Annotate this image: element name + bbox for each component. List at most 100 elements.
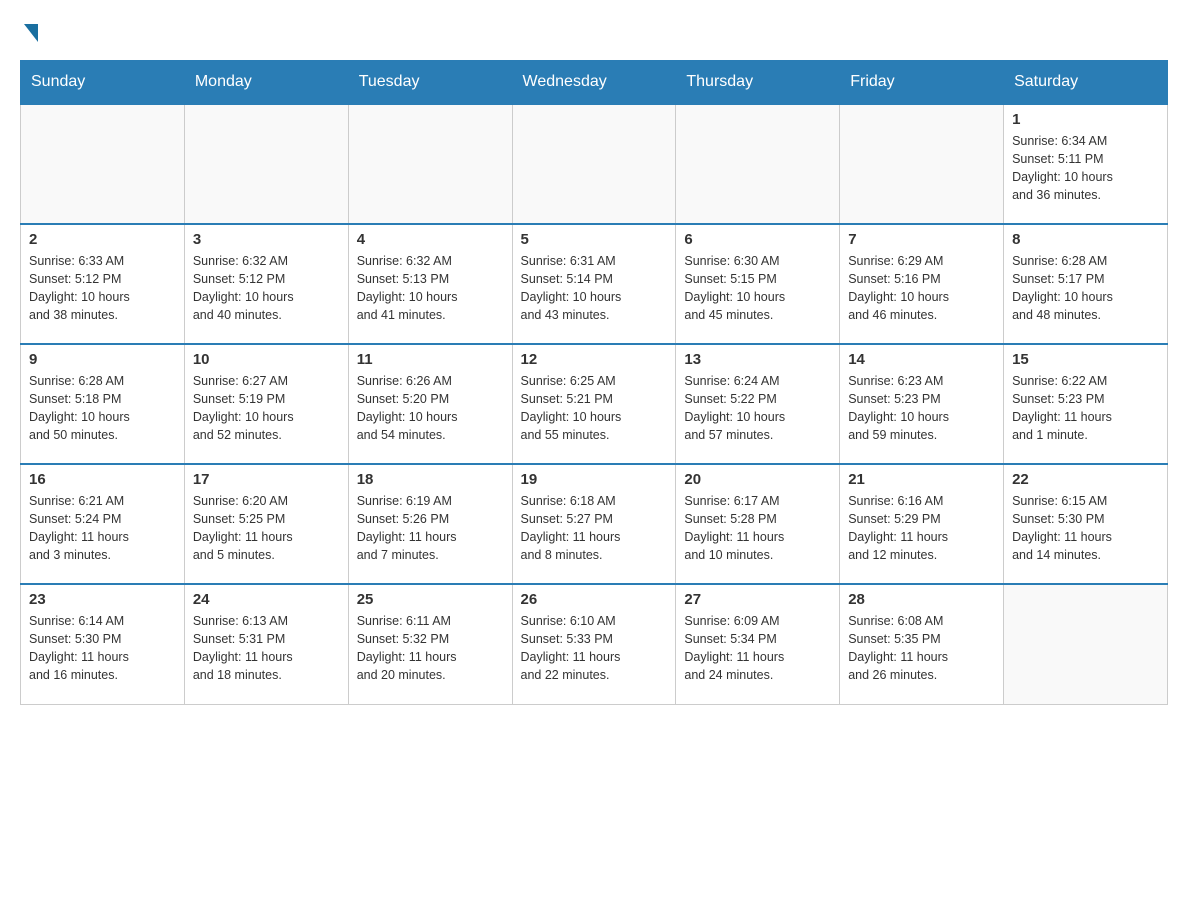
- day-number: 23: [29, 591, 176, 608]
- day-number: 2: [29, 231, 176, 248]
- day-header-monday: Monday: [184, 61, 348, 105]
- day-info: Sunrise: 6:32 AM Sunset: 5:13 PM Dayligh…: [357, 252, 504, 325]
- calendar-cell: [348, 104, 512, 224]
- day-info: Sunrise: 6:28 AM Sunset: 5:17 PM Dayligh…: [1012, 252, 1159, 325]
- day-header-saturday: Saturday: [1004, 61, 1168, 105]
- day-info: Sunrise: 6:28 AM Sunset: 5:18 PM Dayligh…: [29, 372, 176, 445]
- day-number: 27: [684, 591, 831, 608]
- calendar-cell: 25 Sunrise: 6:11 AM Sunset: 5:32 PM Dayli…: [348, 584, 512, 704]
- calendar-cell: 2 Sunrise: 6:33 AM Sunset: 5:12 PM Daylig…: [21, 224, 185, 344]
- logo-arrow-icon: [24, 24, 38, 42]
- day-number: 26: [521, 591, 668, 608]
- day-number: 24: [193, 591, 340, 608]
- day-info: Sunrise: 6:24 AM Sunset: 5:22 PM Dayligh…: [684, 372, 831, 445]
- day-number: 9: [29, 351, 176, 368]
- day-info: Sunrise: 6:27 AM Sunset: 5:19 PM Dayligh…: [193, 372, 340, 445]
- day-number: 13: [684, 351, 831, 368]
- day-number: 6: [684, 231, 831, 248]
- day-number: 11: [357, 351, 504, 368]
- calendar-cell: 23 Sunrise: 6:14 AM Sunset: 5:30 PM Dayli…: [21, 584, 185, 704]
- day-info: Sunrise: 6:18 AM Sunset: 5:27 PM Dayligh…: [521, 492, 668, 565]
- calendar-cell: 15 Sunrise: 6:22 AM Sunset: 5:23 PM Dayli…: [1004, 344, 1168, 464]
- page-header: [20, 20, 1168, 40]
- day-number: 7: [848, 231, 995, 248]
- calendar-body: 1 Sunrise: 6:34 AM Sunset: 5:11 PM Daylig…: [21, 104, 1168, 704]
- day-number: 12: [521, 351, 668, 368]
- day-header-friday: Friday: [840, 61, 1004, 105]
- day-info: Sunrise: 6:10 AM Sunset: 5:33 PM Dayligh…: [521, 612, 668, 685]
- calendar-cell: 3 Sunrise: 6:32 AM Sunset: 5:12 PM Daylig…: [184, 224, 348, 344]
- day-info: Sunrise: 6:08 AM Sunset: 5:35 PM Dayligh…: [848, 612, 995, 685]
- calendar-cell: 10Sunrise: 6:27 AM Sunset: 5:19 PM Dayli…: [184, 344, 348, 464]
- day-info: Sunrise: 6:30 AM Sunset: 5:15 PM Dayligh…: [684, 252, 831, 325]
- day-info: Sunrise: 6:31 AM Sunset: 5:14 PM Dayligh…: [521, 252, 668, 325]
- day-number: 1: [1012, 111, 1159, 128]
- day-info: Sunrise: 6:16 AM Sunset: 5:29 PM Dayligh…: [848, 492, 995, 565]
- calendar-cell: 16 Sunrise: 6:21 AM Sunset: 5:24 PM Dayli…: [21, 464, 185, 584]
- day-info: Sunrise: 6:15 AM Sunset: 5:30 PM Dayligh…: [1012, 492, 1159, 565]
- day-header-thursday: Thursday: [676, 61, 840, 105]
- calendar-cell: 20 Sunrise: 6:17 AM Sunset: 5:28 PM Dayli…: [676, 464, 840, 584]
- calendar-header: SundayMondayTuesdayWednesdayThursdayFrid…: [21, 61, 1168, 105]
- calendar-cell: [512, 104, 676, 224]
- day-number: 8: [1012, 231, 1159, 248]
- calendar-week-3: 9 Sunrise: 6:28 AM Sunset: 5:18 PM Daylig…: [21, 344, 1168, 464]
- calendar-cell: 21 Sunrise: 6:16 AM Sunset: 5:29 PM Dayli…: [840, 464, 1004, 584]
- day-number: 5: [521, 231, 668, 248]
- calendar-cell: 5 Sunrise: 6:31 AM Sunset: 5:14 PM Daylig…: [512, 224, 676, 344]
- day-number: 17: [193, 471, 340, 488]
- day-number: 18: [357, 471, 504, 488]
- day-info: Sunrise: 6:14 AM Sunset: 5:30 PM Dayligh…: [29, 612, 176, 685]
- day-number: 16: [29, 471, 176, 488]
- calendar-cell: 14Sunrise: 6:23 AM Sunset: 5:23 PM Dayli…: [840, 344, 1004, 464]
- day-info: Sunrise: 6:22 AM Sunset: 5:23 PM Dayligh…: [1012, 372, 1159, 445]
- day-number: 15: [1012, 351, 1159, 368]
- calendar-cell: 13 Sunrise: 6:24 AM Sunset: 5:22 PM Dayli…: [676, 344, 840, 464]
- day-info: Sunrise: 6:25 AM Sunset: 5:21 PM Dayligh…: [521, 372, 668, 445]
- day-info: Sunrise: 6:32 AM Sunset: 5:12 PM Dayligh…: [193, 252, 340, 325]
- day-info: Sunrise: 6:34 AM Sunset: 5:11 PM Dayligh…: [1012, 132, 1159, 205]
- calendar-week-1: 1 Sunrise: 6:34 AM Sunset: 5:11 PM Daylig…: [21, 104, 1168, 224]
- calendar-cell: 17 Sunrise: 6:20 AM Sunset: 5:25 PM Dayli…: [184, 464, 348, 584]
- day-info: Sunrise: 6:21 AM Sunset: 5:24 PM Dayligh…: [29, 492, 176, 565]
- calendar-cell: 22Sunrise: 6:15 AM Sunset: 5:30 PM Dayli…: [1004, 464, 1168, 584]
- day-info: Sunrise: 6:09 AM Sunset: 5:34 PM Dayligh…: [684, 612, 831, 685]
- calendar-cell: 7 Sunrise: 6:29 AM Sunset: 5:16 PM Daylig…: [840, 224, 1004, 344]
- day-info: Sunrise: 6:17 AM Sunset: 5:28 PM Dayligh…: [684, 492, 831, 565]
- calendar-table: SundayMondayTuesdayWednesdayThursdayFrid…: [20, 60, 1168, 705]
- calendar-cell: 1 Sunrise: 6:34 AM Sunset: 5:11 PM Daylig…: [1004, 104, 1168, 224]
- calendar-cell: [1004, 584, 1168, 704]
- calendar-cell: [676, 104, 840, 224]
- day-header-wednesday: Wednesday: [512, 61, 676, 105]
- calendar-cell: 24 Sunrise: 6:13 AM Sunset: 5:31 PM Dayli…: [184, 584, 348, 704]
- day-info: Sunrise: 6:26 AM Sunset: 5:20 PM Dayligh…: [357, 372, 504, 445]
- calendar-cell: 12 Sunrise: 6:25 AM Sunset: 5:21 PM Dayli…: [512, 344, 676, 464]
- calendar-week-5: 23 Sunrise: 6:14 AM Sunset: 5:30 PM Dayli…: [21, 584, 1168, 704]
- day-number: 3: [193, 231, 340, 248]
- day-header-tuesday: Tuesday: [348, 61, 512, 105]
- day-header-sunday: Sunday: [21, 61, 185, 105]
- days-of-week-row: SundayMondayTuesdayWednesdayThursdayFrid…: [21, 61, 1168, 105]
- day-info: Sunrise: 6:11 AM Sunset: 5:32 PM Dayligh…: [357, 612, 504, 685]
- calendar-week-4: 16 Sunrise: 6:21 AM Sunset: 5:24 PM Dayli…: [21, 464, 1168, 584]
- day-info: Sunrise: 6:20 AM Sunset: 5:25 PM Dayligh…: [193, 492, 340, 565]
- day-number: 4: [357, 231, 504, 248]
- calendar-cell: 19 Sunrise: 6:18 AM Sunset: 5:27 PM Dayli…: [512, 464, 676, 584]
- calendar-cell: 28 Sunrise: 6:08 AM Sunset: 5:35 PM Dayli…: [840, 584, 1004, 704]
- logo: [20, 20, 38, 40]
- calendar-cell: 9 Sunrise: 6:28 AM Sunset: 5:18 PM Daylig…: [21, 344, 185, 464]
- day-number: 28: [848, 591, 995, 608]
- calendar-cell: 6 Sunrise: 6:30 AM Sunset: 5:15 PM Daylig…: [676, 224, 840, 344]
- calendar-week-2: 2 Sunrise: 6:33 AM Sunset: 5:12 PM Daylig…: [21, 224, 1168, 344]
- calendar-cell: [184, 104, 348, 224]
- day-info: Sunrise: 6:19 AM Sunset: 5:26 PM Dayligh…: [357, 492, 504, 565]
- day-number: 21: [848, 471, 995, 488]
- day-number: 25: [357, 591, 504, 608]
- day-info: Sunrise: 6:13 AM Sunset: 5:31 PM Dayligh…: [193, 612, 340, 685]
- day-info: Sunrise: 6:33 AM Sunset: 5:12 PM Dayligh…: [29, 252, 176, 325]
- day-number: 19: [521, 471, 668, 488]
- day-info: Sunrise: 6:29 AM Sunset: 5:16 PM Dayligh…: [848, 252, 995, 325]
- calendar-cell: 4 Sunrise: 6:32 AM Sunset: 5:13 PM Daylig…: [348, 224, 512, 344]
- calendar-cell: [21, 104, 185, 224]
- day-number: 20: [684, 471, 831, 488]
